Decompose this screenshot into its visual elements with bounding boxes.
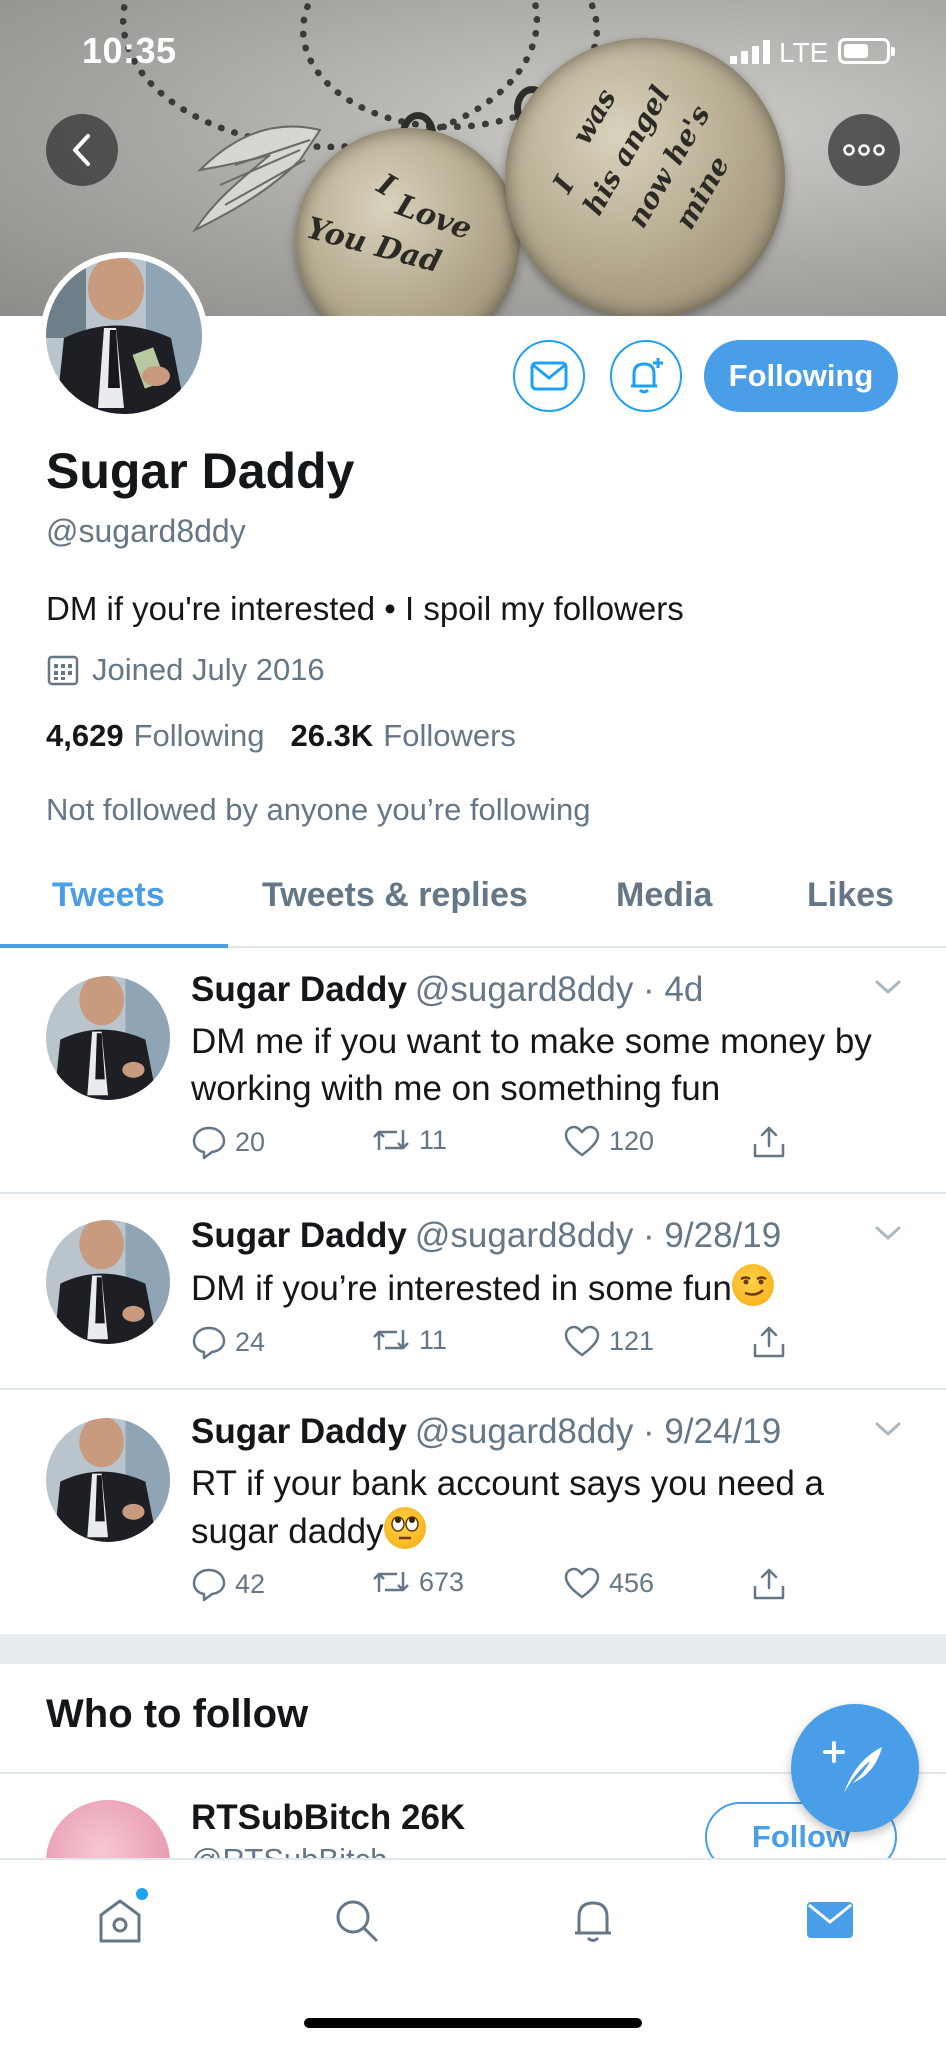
status-time: 10:35 [82,30,177,71]
home-indicator [304,2018,642,2028]
compose-tweet-button[interactable] [791,1704,919,1832]
back-button[interactable] [46,114,118,186]
more-dots-icon [843,144,885,156]
chevron-down-icon[interactable] [874,978,902,996]
tab-tweets[interactable]: Tweets [52,876,165,915]
nav-messages[interactable] [800,1890,860,1950]
tab-media[interactable]: Media [616,876,712,915]
notifications-toggle-button[interactable] [610,340,682,412]
status-bar: 10:35 LTE [0,0,946,100]
avatar-man-in-suit-image [46,1418,170,1542]
envelope-icon [530,361,568,391]
smirking-face-emoji [731,1264,774,1306]
chevron-down-icon[interactable] [874,1224,902,1242]
reply-icon [192,1568,226,1602]
joined-date-text: Joined July 2016 [92,652,325,687]
tweet-author-name[interactable]: Sugar Daddy [191,1216,407,1255]
like-button[interactable]: 121 [563,1324,654,1358]
chevron-down-icon[interactable] [874,1420,902,1438]
tweet[interactable]: Sugar Daddy @sugard8ddy · 9/24/19 RT if y… [0,1390,946,1634]
share-icon [753,1568,785,1600]
like-button[interactable]: 120 [563,1124,654,1158]
new-content-dot [136,1888,148,1900]
home-icon [99,1899,141,1943]
retweet-button[interactable]: 673 [371,1566,464,1598]
face-with-rolling-eyes-emoji [383,1507,426,1549]
tweet-author-name[interactable]: Sugar Daddy [191,1412,407,1451]
share-button[interactable] [751,1566,787,1602]
like-button[interactable]: 456 [563,1566,654,1600]
nav-home[interactable] [90,1888,150,1950]
profile-bio: DM if you're interested • I spoil my fol… [46,590,684,627]
tweet-actions: 24 11 121 [191,1324,811,1368]
retweet-icon [373,1130,409,1150]
calendar-icon [47,655,79,686]
chevron-left-icon [73,134,90,166]
compose-feather-plus-icon [823,1741,882,1793]
profile-handle: @sugard8ddy [46,513,246,549]
bell-icon [575,1901,611,1942]
suggested-user-name[interactable]: RTSubBitch 26K [191,1798,465,1838]
tab-tweets-and-replies[interactable]: Tweets & replies [262,876,528,915]
bell-plus-icon [631,358,663,394]
tweet-avatar[interactable] [46,1220,170,1344]
not-followed-notice: Not followed by anyone you’re following [46,792,591,827]
tweet-meta: @sugard8ddy · 9/24/19 [414,1412,782,1451]
search-icon [336,1900,378,1942]
tweet-avatar[interactable] [46,976,170,1100]
tweet-text: RT if your bank account says you need a … [191,1464,824,1551]
profile-name: Sugar Daddy [46,443,355,499]
nav-notifications[interactable] [563,1890,623,1950]
heart-icon [564,1567,600,1599]
nav-search[interactable] [326,1890,386,1950]
followers-stat[interactable]: 26.3K Followers [291,718,516,754]
share-icon [753,1126,785,1158]
heart-icon [564,1125,600,1157]
retweet-icon [373,1572,409,1592]
tweet-author-name[interactable]: Sugar Daddy [191,970,407,1009]
reply-icon [192,1326,226,1360]
heart-icon [564,1325,600,1357]
reply-icon [192,1126,226,1160]
avatar-man-in-suit-image [46,1220,170,1344]
share-icon [753,1326,785,1358]
share-button[interactable] [751,1324,787,1360]
profile-avatar[interactable] [40,252,208,420]
tab-likes[interactable]: Likes [807,876,894,915]
reply-button[interactable]: 24 [191,1324,265,1360]
envelope-filled-icon [807,1902,853,1938]
tweet-header: Sugar Daddy @sugard8ddy · 9/28/19 [191,1216,781,1256]
tweet-meta: @sugard8ddy · 4d [414,970,704,1009]
following-button[interactable]: Following [704,340,898,412]
tweet-text: DM if you’re interested in some fun [191,1264,891,1312]
following-stat[interactable]: 4,629 Following [46,718,265,754]
reply-button[interactable]: 20 [191,1124,265,1160]
profile-tabs: Tweets Tweets & replies Media Likes [0,862,946,948]
profile-stats: 4,629 Following 26.3K Followers [46,718,516,754]
message-button[interactable] [513,340,585,412]
tweet-actions: 20 11 120 [191,1124,811,1168]
tweet-meta: @sugard8ddy · 9/28/19 [414,1216,782,1255]
joined-date: Joined July 2016 [46,652,325,688]
more-options-button[interactable] [828,114,900,186]
battery-icon [838,38,895,64]
tweet-actions: 42 673 456 [191,1566,811,1610]
retweet-button[interactable]: 11 [371,1124,447,1156]
tweet[interactable]: Sugar Daddy @sugard8ddy · 9/28/19 DM if y… [0,1194,946,1390]
tweet[interactable]: Sugar Daddy @sugard8ddy · 4d DM me if you… [0,948,946,1194]
tweet-header: Sugar Daddy @sugard8ddy · 4d [191,970,703,1010]
retweet-icon [373,1330,409,1350]
tweet-header: Sugar Daddy @sugard8ddy · 9/24/19 [191,1412,781,1452]
who-to-follow-title: Who to follow [46,1692,309,1736]
signal-strength-icon [730,40,770,64]
tweet-text: DM me if you want to make some money by … [191,1022,872,1108]
retweet-button[interactable]: 11 [371,1324,447,1356]
avatar-man-in-suit-image [46,976,170,1100]
tweet-avatar[interactable] [46,1418,170,1542]
reply-button[interactable]: 42 [191,1566,265,1602]
section-separator [0,1634,946,1664]
avatar-man-in-suit-image [46,258,202,414]
network-type: LTE [779,37,829,68]
share-button[interactable] [751,1124,787,1160]
